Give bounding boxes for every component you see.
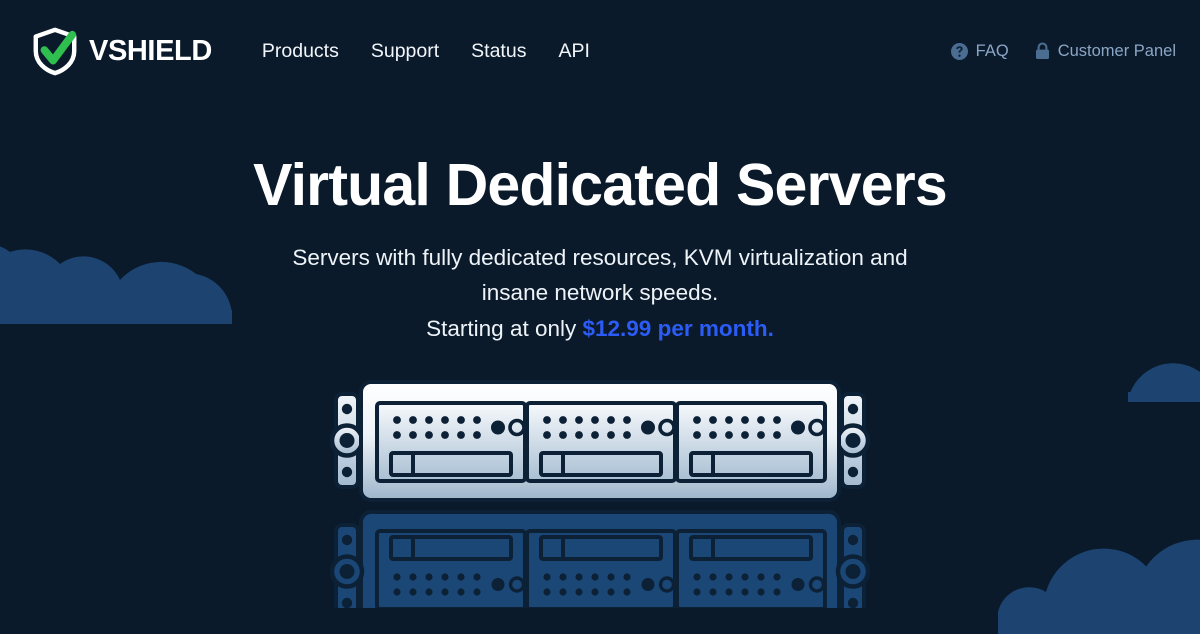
main-nav: Products Support Status API [246, 34, 606, 69]
hero-subtitle: Servers with fully dedicated resources, … [0, 240, 1200, 347]
rack-server-icon [330, 378, 870, 609]
hero-subtitle-line2: insane network speeds. [481, 280, 719, 306]
hero-section: Virtual Dedicated Servers Servers with f… [0, 102, 1200, 609]
utility-item-faq[interactable]: FAQ [950, 41, 1009, 61]
brand-logo-link[interactable]: VSHIELD [30, 26, 212, 76]
server-illustration-wrap [0, 378, 1200, 609]
shield-check-icon [33, 27, 77, 76]
utility-item-faq-label: FAQ [975, 41, 1009, 60]
nav-item-api[interactable]: API [542, 34, 605, 69]
question-circle-icon [950, 42, 968, 60]
nav-item-status[interactable]: Status [455, 34, 542, 69]
server-unit-reflection [330, 510, 870, 609]
nav-item-products[interactable]: Products [246, 34, 355, 69]
server-unit-main [332, 382, 868, 500]
hero-price: $12.99 per month. [582, 315, 774, 341]
brand-name: VSHIELD [89, 34, 212, 67]
nav-item-support[interactable]: Support [355, 34, 455, 69]
utility-item-customer-panel[interactable]: Customer Panel [1035, 42, 1176, 61]
page-title: Virtual Dedicated Servers [253, 152, 948, 218]
hero-subtitle-line1: Servers with fully dedicated resources, … [292, 244, 908, 270]
utility-item-customer-panel-label: Customer Panel [1057, 41, 1176, 60]
site-header: VSHIELD Products Support Status API FAQ … [0, 0, 1200, 102]
lock-icon [1035, 42, 1049, 59]
hero-price-prefix: Starting at only [426, 315, 583, 341]
utility-nav: FAQ Customer Panel [950, 41, 1176, 61]
